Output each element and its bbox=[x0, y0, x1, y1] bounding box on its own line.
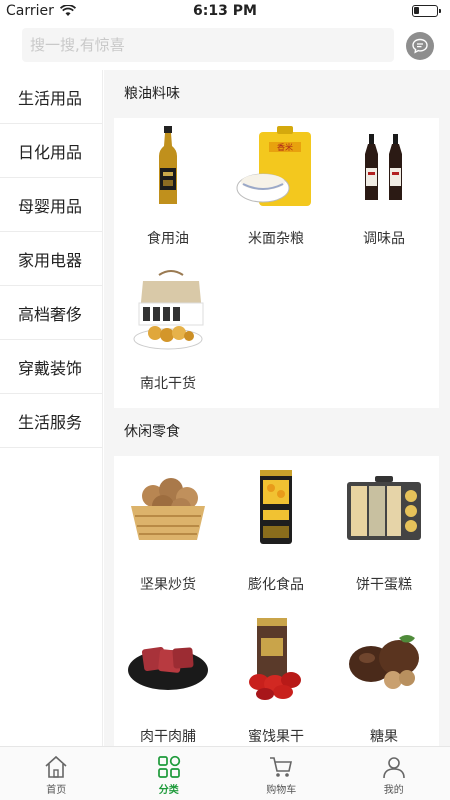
search-header bbox=[0, 22, 450, 68]
sidebar-item-label: 家用电器 bbox=[18, 250, 83, 270]
dried-goods-giftbox-image bbox=[125, 267, 211, 353]
sidebar-item-appliances[interactable]: 家用电器 bbox=[0, 232, 102, 286]
sidebar-item-label: 高档奢侈 bbox=[18, 304, 83, 324]
tab-label: 购物车 bbox=[266, 785, 297, 796]
snack-canister-image bbox=[233, 464, 319, 550]
sidebar-item-label: 生活服务 bbox=[18, 412, 83, 432]
category-item-cooking-oil[interactable]: 食用油 bbox=[114, 118, 222, 263]
category-content: 粮油料味 食用油 香米 米面杂粮 调味品 南北干货 休闲零食 坚果炒货 膨化食品… bbox=[104, 70, 450, 746]
tab-label: 首页 bbox=[46, 785, 67, 796]
category-item-jerky[interactable]: 肉干肉脯 bbox=[114, 608, 222, 746]
category-item-seasonings[interactable]: 调味品 bbox=[330, 118, 438, 263]
category-item-label: 南北干货 bbox=[140, 376, 196, 392]
status-bar: Carrier 6:13 PM bbox=[0, 0, 450, 22]
soy-sauce-bottles-image bbox=[341, 122, 427, 208]
section-title-grain-oil: 粮油料味 bbox=[124, 86, 180, 102]
svg-text:香米: 香米 bbox=[277, 142, 293, 152]
cooking-oil-bottle-image bbox=[125, 122, 211, 208]
search-input[interactable] bbox=[22, 28, 394, 62]
category-item-candy[interactable]: 糖果 bbox=[330, 608, 438, 746]
tab-cart[interactable]: 购物车 bbox=[225, 747, 338, 800]
section-title-snacks: 休闲零食 bbox=[124, 424, 180, 440]
category-item-label: 饼干蛋糕 bbox=[356, 577, 412, 593]
sidebar-item-luxury[interactable]: 高档奢侈 bbox=[0, 286, 102, 340]
category-item-label: 食用油 bbox=[147, 231, 189, 247]
category-item-label: 糖果 bbox=[370, 729, 398, 745]
tab-label: 我的 bbox=[383, 785, 404, 796]
cart-icon bbox=[270, 757, 293, 777]
section-card-grain-oil: 食用油 香米 米面杂粮 调味品 南北干货 bbox=[114, 118, 439, 408]
category-item-biscuits-cakes[interactable]: 饼干蛋糕 bbox=[330, 456, 438, 608]
walnut-basket-image bbox=[125, 464, 211, 550]
category-item-nuts[interactable]: 坚果炒货 bbox=[114, 456, 222, 608]
sidebar-item-daily-goods[interactable]: 生活用品 bbox=[0, 70, 102, 124]
sidebar-item-services[interactable]: 生活服务 bbox=[0, 394, 102, 448]
sidebar-item-mother-baby[interactable]: 母婴用品 bbox=[0, 178, 102, 232]
user-icon bbox=[382, 757, 405, 779]
category-item-label: 米面杂粮 bbox=[248, 231, 304, 247]
sidebar-item-label: 日化用品 bbox=[18, 142, 83, 162]
tab-home[interactable]: 首页 bbox=[0, 747, 113, 800]
sidebar-item-label: 生活用品 bbox=[18, 88, 83, 108]
category-grid-icon bbox=[157, 755, 180, 778]
tab-label: 分类 bbox=[158, 785, 179, 796]
category-item-label: 膨化食品 bbox=[248, 577, 304, 593]
chocolate-candy-image bbox=[341, 616, 427, 702]
category-item-rice-flour[interactable]: 香米 米面杂粮 bbox=[222, 118, 330, 263]
chat-bubble-icon bbox=[412, 38, 428, 54]
category-item-dried-goods[interactable]: 南北干货 bbox=[114, 263, 222, 408]
sidebar-item-label: 母婴用品 bbox=[18, 196, 83, 216]
tab-profile[interactable]: 我的 bbox=[338, 747, 450, 800]
tab-category[interactable]: 分类 bbox=[113, 747, 226, 800]
category-item-label: 坚果炒货 bbox=[140, 577, 196, 593]
section-card-snacks: 坚果炒货 膨化食品 饼干蛋糕 肉干肉脯 蜜饯果干 糖果 bbox=[114, 456, 439, 746]
biscuit-box-image bbox=[341, 464, 427, 550]
category-item-label: 调味品 bbox=[363, 231, 405, 247]
category-item-label: 肉干肉脯 bbox=[140, 729, 196, 745]
bottom-tab-bar: 首页 分类 购物车 我的 bbox=[0, 746, 450, 800]
jujube-jar-image bbox=[233, 616, 319, 702]
category-item-label: 蜜饯果干 bbox=[248, 729, 304, 745]
sidebar-item-accessories[interactable]: 穿戴装饰 bbox=[0, 340, 102, 394]
sidebar-item-chemicals[interactable]: 日化用品 bbox=[0, 124, 102, 178]
rice-bag-image: 香米 bbox=[233, 122, 319, 208]
message-button[interactable] bbox=[406, 32, 434, 60]
sidebar-item-label: 穿戴装饰 bbox=[18, 358, 83, 378]
battery-icon bbox=[412, 5, 441, 17]
category-item-preserved-fruits[interactable]: 蜜饯果干 bbox=[222, 608, 330, 746]
beef-jerky-plate-image bbox=[125, 616, 211, 702]
status-time: 6:13 PM bbox=[193, 3, 257, 19]
category-sidebar: 生活用品 日化用品 母婴用品 家用电器 高档奢侈 穿戴装饰 生活服务 bbox=[0, 70, 103, 746]
home-icon bbox=[45, 755, 67, 778]
category-item-puffed-snacks[interactable]: 膨化食品 bbox=[222, 456, 330, 608]
